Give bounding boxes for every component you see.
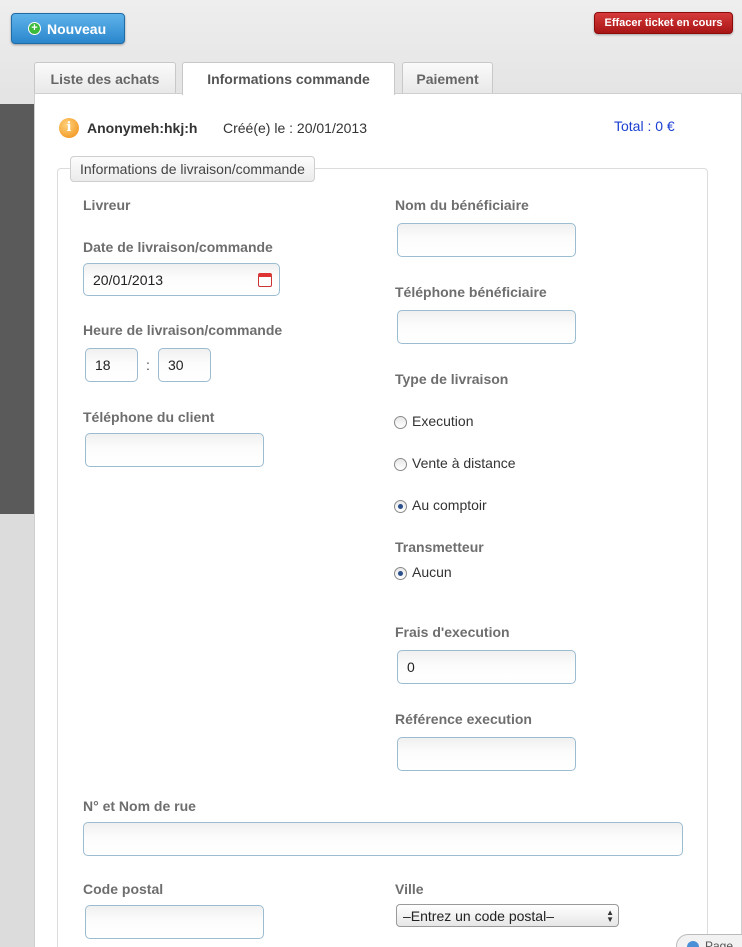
hour-input[interactable]: 18 [85,348,138,382]
radio-counter-label: Au comptoir [412,497,487,513]
delivery-date-label: Date de livraison/commande [83,239,273,255]
tab-payment[interactable]: Paiement [402,62,493,94]
reference-label: Référence execution [395,711,532,727]
client-phone-input[interactable] [85,433,264,467]
delivery-date-value: 20/01/2013 [93,271,164,288]
delivery-date-input[interactable]: 20/01/2013 [83,263,280,296]
fees-label: Frais d'execution [395,624,510,640]
info-icon: i [59,118,79,138]
order-customer: Anonymeh:hkj:h [87,120,198,136]
radio-counter[interactable] [394,500,407,513]
client-phone-label: Téléphone du client [83,409,215,425]
radio-remote-sale[interactable] [394,458,407,471]
new-button[interactable]: + Nouveau [11,13,125,44]
fees-input[interactable]: 0 [397,650,576,684]
city-select-value: –Entrez un code postal– [403,907,554,924]
calendar-icon[interactable] [258,273,272,287]
radio-remote-sale-label: Vente à distance [412,455,516,471]
beneficiary-name-input[interactable] [397,223,576,257]
page-icon [687,941,699,947]
select-arrows-icon: ▲ ▼ [606,908,614,924]
postal-code-label: Code postal [83,881,164,897]
beneficiary-phone-input[interactable] [397,310,576,344]
fees-value: 0 [407,659,415,675]
minute-input[interactable]: 30 [158,348,211,382]
minute-value: 30 [168,357,184,373]
delivery-type-label: Type de livraison [395,371,509,387]
delivery-time-label: Heure de livraison/commande [83,322,283,338]
tab-purchases[interactable]: Liste des achats [34,62,176,94]
transmitter-label: Transmetteur [395,539,484,555]
delivery-legend[interactable]: Informations de livraison/commande [70,156,315,182]
city-label: Ville [395,881,424,897]
city-select[interactable]: –Entrez un code postal– ▲ ▼ [396,904,619,927]
reference-input[interactable] [397,737,576,771]
radio-execution[interactable] [394,416,407,429]
street-input[interactable] [83,822,683,856]
order-total: Total : 0 € [614,118,675,134]
page-badge-label: Page [705,939,734,947]
plus-icon: + [28,22,41,35]
beneficiary-name-label: Nom du bénéficiaire [395,197,529,213]
hour-value: 18 [95,357,111,373]
tab-order-info[interactable]: Informations commande [182,62,395,95]
new-button-label: Nouveau [47,20,107,37]
clear-ticket-button[interactable]: Effacer ticket en cours [594,12,733,34]
order-created-date: Créé(e) le : 20/01/2013 [223,120,367,136]
livreur-label: Livreur [83,197,131,213]
street-label: N° et Nom de rue [83,798,196,814]
beneficiary-phone-label: Téléphone bénéficiaire [395,284,547,300]
postal-code-input[interactable] [85,905,264,939]
radio-transmitter-none-label: Aucun [412,564,452,580]
radio-execution-label: Execution [412,413,474,429]
time-separator: : [146,357,150,373]
page-badge[interactable]: Page [676,934,742,947]
radio-transmitter-none[interactable] [394,567,407,580]
sidebar-shadow [0,104,34,514]
